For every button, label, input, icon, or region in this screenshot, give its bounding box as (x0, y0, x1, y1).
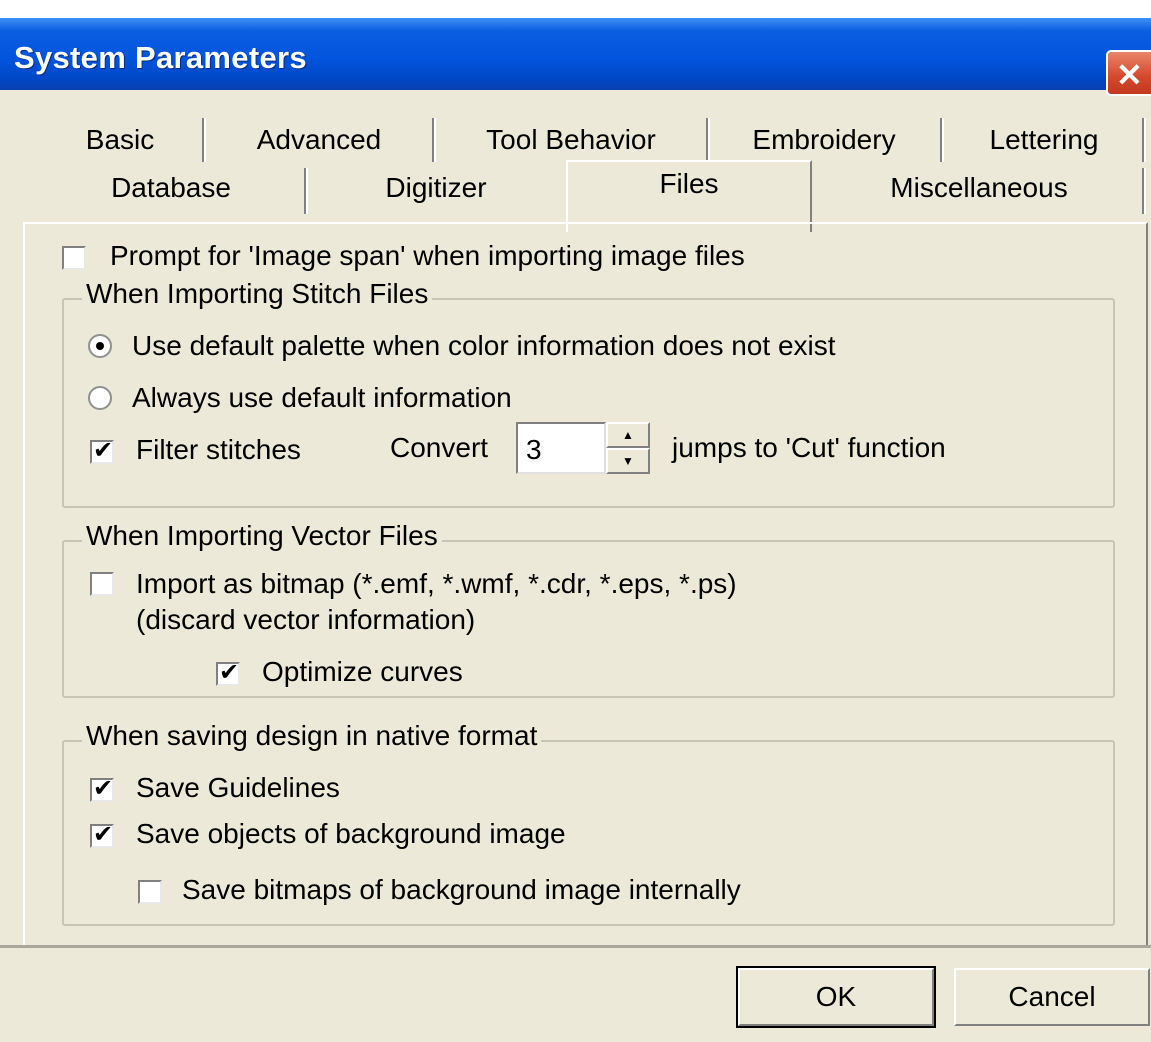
tab-divider (706, 118, 708, 162)
tab-divider (940, 118, 942, 162)
tab-files[interactable]: Files (566, 168, 812, 208)
tab-divider (1142, 168, 1144, 214)
tab-label: Tool Behavior (486, 124, 656, 155)
import-bitmap-label: Import as bitmap (*.emf, *.wmf, *.cdr, *… (136, 568, 737, 599)
save-bitmaps-bg-label: Save bitmaps of background image interna… (182, 874, 741, 905)
close-icon: ✕ (1116, 57, 1143, 93)
arrow-up-icon: ▲ (622, 428, 634, 442)
spin-down-button[interactable]: ▼ (606, 448, 650, 474)
top-strip (0, 0, 1151, 18)
save-guidelines-label: Save Guidelines (136, 772, 340, 803)
optimize-curves-checkbox[interactable] (216, 658, 240, 686)
tab-digitizer[interactable]: Digitizer (308, 172, 564, 212)
ok-button[interactable]: OK (736, 966, 936, 1028)
tab-label: Database (111, 172, 231, 203)
group-legend: When Importing Vector Files (82, 520, 442, 552)
tab-tool-behavior[interactable]: Tool Behavior (436, 124, 706, 164)
filter-stitches-checkbox[interactable] (90, 436, 114, 464)
spin-up-button[interactable]: ▲ (606, 422, 650, 448)
tab-advanced[interactable]: Advanced (206, 124, 432, 164)
panel-bottom-border (0, 945, 1151, 948)
save-objects-bg-label: Save objects of background image (136, 818, 566, 849)
group-legend: When Importing Stitch Files (82, 278, 433, 310)
group-legend: When saving design in native format (82, 720, 542, 752)
jumps-count-input[interactable] (516, 422, 606, 474)
filter-stitches-label: Filter stitches (136, 434, 301, 465)
import-bitmap-label-2: (discard vector information) (136, 604, 476, 635)
always-default-label: Always use default information (132, 382, 512, 413)
tab-label: Files (659, 168, 719, 199)
tab-basic[interactable]: Basic (40, 124, 200, 164)
jumps-cut-label: jumps to 'Cut' function (672, 432, 946, 463)
tab-divider (304, 168, 306, 214)
save-objects-bg-checkbox[interactable] (90, 820, 114, 848)
prompt-image-span-checkbox[interactable] (62, 246, 86, 270)
tab-miscellaneous[interactable]: Miscellaneous (814, 172, 1144, 212)
tab-database[interactable]: Database (40, 172, 302, 212)
convert-label: Convert (390, 432, 489, 463)
tab-divider (202, 118, 204, 162)
close-button[interactable]: ✕ (1106, 50, 1151, 96)
always-default-radio[interactable] (88, 386, 112, 410)
jumps-count-spinner: ▲ ▼ (606, 422, 650, 474)
tab-divider (1142, 118, 1144, 162)
prompt-image-span-label: Prompt for 'Image span' when importing i… (110, 240, 745, 271)
tab-label: Miscellaneous (890, 172, 1068, 203)
arrow-down-icon: ▼ (622, 454, 634, 468)
tab-embroidery[interactable]: Embroidery (710, 124, 938, 164)
optimize-curves-label: Optimize curves (262, 656, 463, 687)
tab-label: Advanced (256, 124, 382, 155)
tab-divider (432, 118, 434, 162)
default-palette-label: Use default palette when color informati… (132, 330, 836, 361)
save-bitmaps-bg-checkbox[interactable] (138, 880, 162, 904)
window-title: System Parameters (14, 40, 307, 75)
tab-label: Lettering (989, 124, 1099, 155)
save-guidelines-checkbox[interactable] (90, 774, 114, 802)
tab-label: Embroidery (752, 124, 896, 155)
title-bar: System Parameters ✕ (0, 18, 1151, 96)
tab-lettering[interactable]: Lettering (944, 124, 1144, 164)
cancel-button[interactable]: Cancel (954, 968, 1150, 1026)
import-bitmap-checkbox[interactable] (90, 572, 114, 596)
tab-label: Digitizer (385, 172, 487, 203)
default-palette-radio[interactable] (88, 334, 112, 358)
tab-label: Basic (85, 124, 155, 155)
